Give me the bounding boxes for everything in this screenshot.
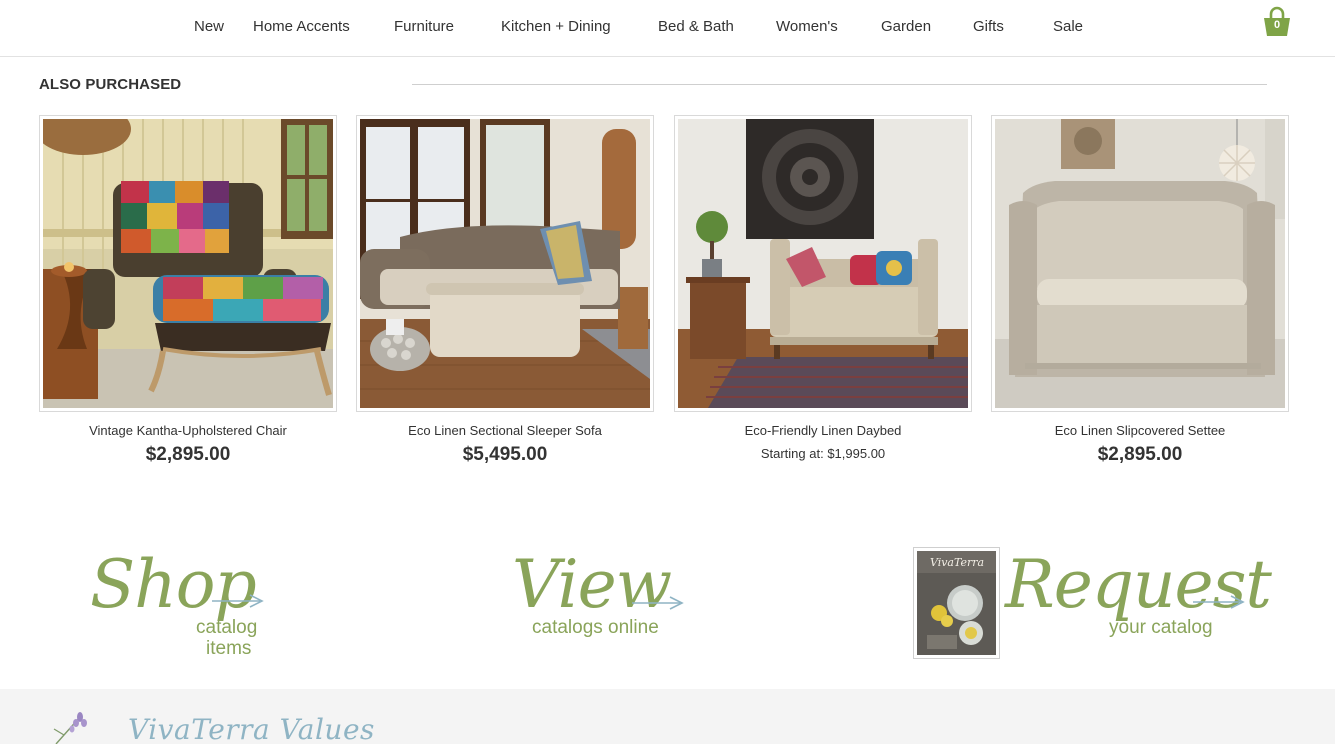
view-catalogs-online-link[interactable]: View catalogs online	[512, 552, 692, 642]
arrow-right-icon	[212, 594, 264, 608]
product-image	[43, 119, 333, 408]
footer-values-strip: VivaTerra Values	[0, 689, 1335, 746]
product-image-link[interactable]	[991, 115, 1289, 412]
product-name-link[interactable]: Eco Linen Slipcovered Settee	[991, 423, 1289, 438]
product-price-value: $1,995.00	[827, 446, 886, 461]
nav-item-garden[interactable]: Garden	[881, 18, 931, 35]
product-name-link[interactable]: Eco Linen Sectional Sleeper Sofa	[356, 423, 654, 438]
product-image	[360, 119, 650, 408]
nav-item-gifts[interactable]: Gifts	[973, 18, 1004, 35]
shop-script-heading: Shop	[90, 546, 257, 623]
nav-item-bed-bath[interactable]: Bed & Bath	[658, 18, 734, 35]
nav-item-kitchen-dining[interactable]: Kitchen + Dining	[501, 18, 611, 35]
cart-button[interactable]: 0	[1261, 6, 1293, 38]
catalog-cover-image[interactable]: VivaTerra	[913, 547, 1000, 659]
catalog-cover-thumbnail: VivaTerra	[917, 551, 996, 655]
product-price: $2,895.00	[1097, 444, 1183, 465]
values-heading: VivaTerra Values	[128, 713, 375, 746]
product-price: $2,895.00	[145, 444, 231, 465]
nav-item-sale[interactable]: Sale	[1053, 18, 1083, 35]
view-subtitle: catalogs online	[532, 617, 659, 638]
product-image	[678, 119, 968, 408]
product-card: Vintage Kantha-Upholstered Chair $2,895.…	[39, 115, 337, 466]
product-price: $5,495.00	[462, 444, 548, 465]
top-navigation: New Home Accents Furniture Kitchen + Din…	[0, 0, 1335, 57]
shop-subtitle-line1: catalog	[196, 617, 258, 638]
cart-count-badge: 0	[1273, 19, 1281, 31]
product-card: Eco Linen Sectional Sleeper Sofa $5,495.…	[356, 115, 654, 466]
nav-item-home-accents[interactable]: Home Accents	[253, 18, 350, 35]
product-card: Eco Linen Slipcovered Settee $2,895.00	[991, 115, 1289, 466]
product-name-link[interactable]: Vintage Kantha-Upholstered Chair	[39, 423, 337, 438]
product-image-link[interactable]	[674, 115, 972, 412]
nav-item-furniture[interactable]: Furniture	[394, 18, 454, 35]
product-price: Starting at: $1,995.00	[674, 446, 972, 461]
shop-catalog-items-link[interactable]: Shop catalog items	[90, 552, 280, 662]
request-catalog-link[interactable]: Request your catalog	[1005, 552, 1272, 652]
nav-item-new[interactable]: New	[194, 18, 224, 35]
arrow-right-icon	[1193, 595, 1245, 609]
product-card: Eco-Friendly Linen Daybed Starting at: $…	[674, 115, 972, 461]
product-name-link[interactable]: Eco-Friendly Linen Daybed	[674, 423, 972, 438]
product-image	[995, 119, 1285, 408]
section-divider	[412, 84, 1267, 85]
request-subtitle: your catalog	[1109, 617, 1213, 638]
product-image-link[interactable]	[39, 115, 337, 412]
price-prefix: Starting at:	[760, 446, 824, 461]
section-title: ALSO PURCHASED	[39, 76, 182, 93]
product-image-link[interactable]	[356, 115, 654, 412]
arrow-right-icon	[632, 596, 684, 610]
catalog-cover-title: VivaTerra	[930, 556, 984, 569]
shop-subtitle-line2: items	[206, 638, 252, 659]
lavender-sprig-icon	[53, 712, 87, 744]
nav-item-womens[interactable]: Women's	[776, 18, 838, 35]
